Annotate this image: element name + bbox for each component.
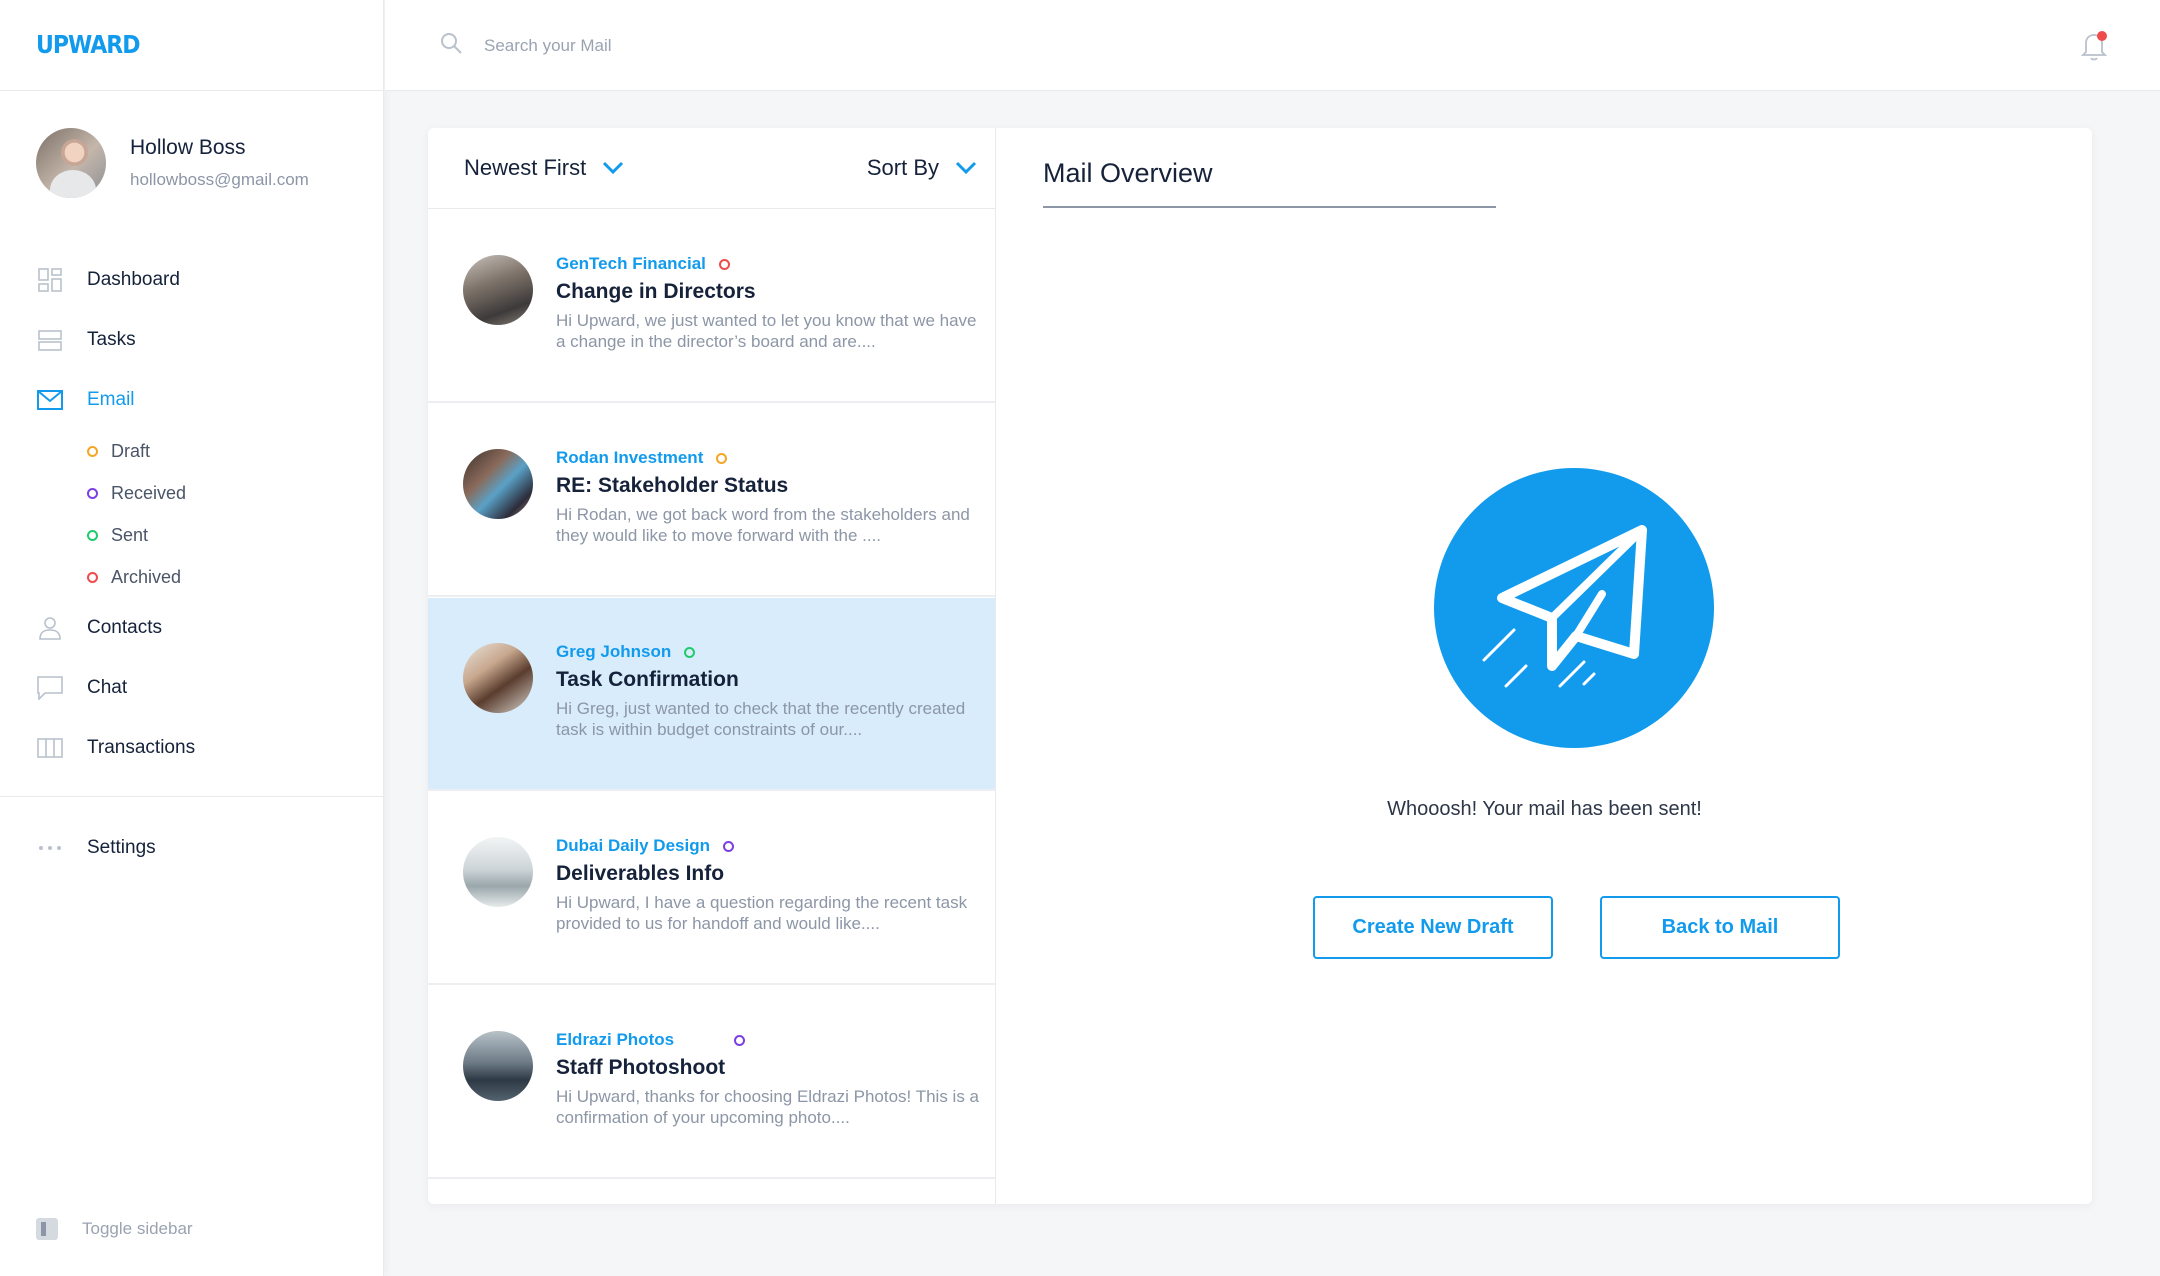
main-nav: Dashboard Tasks Email Draft Received Sen… (0, 250, 383, 778)
search-input[interactable]: Search your Mail (484, 36, 612, 56)
mail-preview: Hi Upward, we just wanted to let you kno… (556, 311, 977, 351)
subnav-item-draft[interactable]: Draft (0, 430, 383, 472)
mail-subject: Change in Directors (556, 280, 756, 303)
create-new-draft-button[interactable]: Create New Draft (1313, 896, 1553, 959)
status-dot-icon (684, 646, 696, 658)
sort-by-label: Sort By (866, 155, 939, 180)
mail-sender: Greg Johnson (556, 642, 672, 661)
nav-label-contacts: Contacts (87, 617, 162, 638)
mail-subject: RE: Stakeholder Status (556, 474, 789, 497)
toggle-sidebar-label: Toggle sidebar (82, 1219, 193, 1238)
status-dot-icon (718, 258, 730, 270)
archived-dot-icon (87, 571, 98, 583)
sort-order-label: Newest First (464, 155, 587, 180)
sent-dot-icon (87, 529, 98, 541)
chat-icon (36, 674, 64, 702)
subnav-item-archived[interactable]: Archived (0, 556, 383, 598)
back-to-mail-button[interactable]: Back to Mail (1600, 896, 1840, 959)
mail-preview: Hi Upward, I have a question regarding t… (556, 893, 968, 933)
mail-subject: Staff Photoshoot (556, 1056, 726, 1079)
mail-list-item[interactable]: GenTech Financial Change in Directors Hi… (428, 210, 995, 403)
nav-label-email: Email (87, 389, 135, 410)
sent-confirmation-message: Whooosh! Your mail has been sent! (1387, 798, 1702, 820)
mail-overview-pane: Mail Overview Whooosh! Your mail has bee… (997, 128, 2092, 1204)
subnav-label-received: Received (111, 482, 187, 503)
status-dot-icon (722, 840, 734, 852)
logo-bar: UPWARD (0, 0, 383, 91)
app-logo[interactable]: UPWARD (36, 31, 140, 60)
search-icon (439, 31, 463, 60)
nav-item-settings[interactable]: Settings (0, 818, 383, 878)
mail-list-item[interactable]: Rodan Investment RE: Stakeholder Status … (428, 404, 995, 597)
chevron-down-icon (939, 155, 977, 181)
sidebar-toggle-icon (36, 1218, 58, 1240)
nav-item-chat[interactable]: Chat (0, 658, 383, 718)
nav-item-transactions[interactable]: Transactions (0, 718, 383, 778)
search-bar[interactable]: Search your Mail (439, 31, 612, 60)
dashboard-icon (36, 266, 64, 294)
status-dot-icon (734, 1034, 746, 1046)
bell-icon (2080, 31, 2110, 66)
subnav-label-archived: Archived (111, 566, 182, 587)
mail-sender: Dubai Daily Design (556, 836, 710, 855)
nav-label-transactions: Transactions (87, 737, 196, 758)
draft-dot-icon (87, 445, 98, 457)
nav-label-chat: Chat (87, 677, 128, 698)
status-dot-icon (716, 452, 728, 464)
more-dots-icon (36, 834, 64, 862)
mail-sender: Eldrazi Photos (556, 1030, 675, 1049)
nav-label-dashboard: Dashboard (87, 269, 180, 290)
sort-by-dropdown[interactable]: Sort By (867, 155, 977, 181)
nav-label-tasks: Tasks (87, 329, 136, 350)
page-title: Mail Overview (1043, 158, 1213, 188)
toggle-sidebar-button[interactable]: Toggle sidebar (36, 1218, 193, 1240)
chevron-down-icon (586, 155, 624, 181)
mail-list-header: Newest First Sort By (428, 128, 995, 209)
subnav-item-received[interactable]: Received (0, 472, 383, 514)
mail-preview: Hi Greg, just wanted to check that the r… (556, 699, 966, 739)
user-icon (36, 614, 64, 642)
nav-item-contacts[interactable]: Contacts (0, 598, 383, 658)
mail-sender: Rodan Investment (556, 448, 704, 467)
nav-item-tasks[interactable]: Tasks (0, 310, 383, 370)
sender-avatar (463, 449, 533, 519)
mail-card: Newest First Sort By GenTech Financial C… (428, 128, 2092, 1204)
paper-plane-icon (1434, 468, 1714, 748)
nav-label-settings: Settings (87, 837, 156, 858)
sender-avatar (463, 643, 533, 713)
sender-avatar (463, 1031, 533, 1101)
columns-icon (36, 734, 64, 762)
notification-bell[interactable] (2080, 30, 2110, 67)
mail-preview: Hi Upward, thanks for choosing Eldrazi P… (556, 1087, 979, 1127)
mail-list-pane: Newest First Sort By GenTech Financial C… (428, 128, 996, 1204)
mail-list-item-selected[interactable]: Greg Johnson Task Confirmation Hi Greg, … (428, 598, 995, 791)
nav-item-dashboard[interactable]: Dashboard (0, 250, 383, 310)
sidebar-divider (0, 796, 383, 797)
user-name: Hollow Boss (130, 136, 246, 159)
mail-icon (36, 386, 64, 414)
sender-avatar (463, 837, 533, 907)
mail-list-item[interactable]: Dubai Daily Design Deliverables Info Hi … (428, 792, 995, 985)
subnav-label-draft: Draft (111, 440, 151, 461)
sidebar: UPWARD Hollow Boss hollowboss@gmail.com … (0, 0, 384, 1276)
sort-order-dropdown[interactable]: Newest First (464, 155, 624, 181)
subnav-item-sent[interactable]: Sent (0, 514, 383, 556)
top-bar: Search your Mail (385, 0, 2160, 91)
mail-list-item[interactable]: Eldrazi Photos Staff Photoshoot Hi Upwar… (428, 986, 995, 1179)
user-profile[interactable]: Hollow Boss hollowboss@gmail.com (36, 128, 309, 198)
subnav-label-sent: Sent (111, 524, 149, 545)
sender-avatar (463, 255, 533, 325)
mail-sender: GenTech Financial (556, 254, 706, 273)
title-underline (1043, 206, 1496, 208)
tasks-icon (36, 326, 64, 354)
mail-subject: Deliverables Info (556, 862, 725, 885)
received-dot-icon (87, 487, 98, 499)
avatar (36, 128, 106, 198)
nav-item-email[interactable]: Email (0, 370, 383, 430)
mail-preview: Hi Rodan, we got back word from the stak… (556, 505, 970, 545)
mail-subject: Task Confirmation (556, 668, 739, 691)
user-email: hollowboss@gmail.com (130, 170, 309, 189)
